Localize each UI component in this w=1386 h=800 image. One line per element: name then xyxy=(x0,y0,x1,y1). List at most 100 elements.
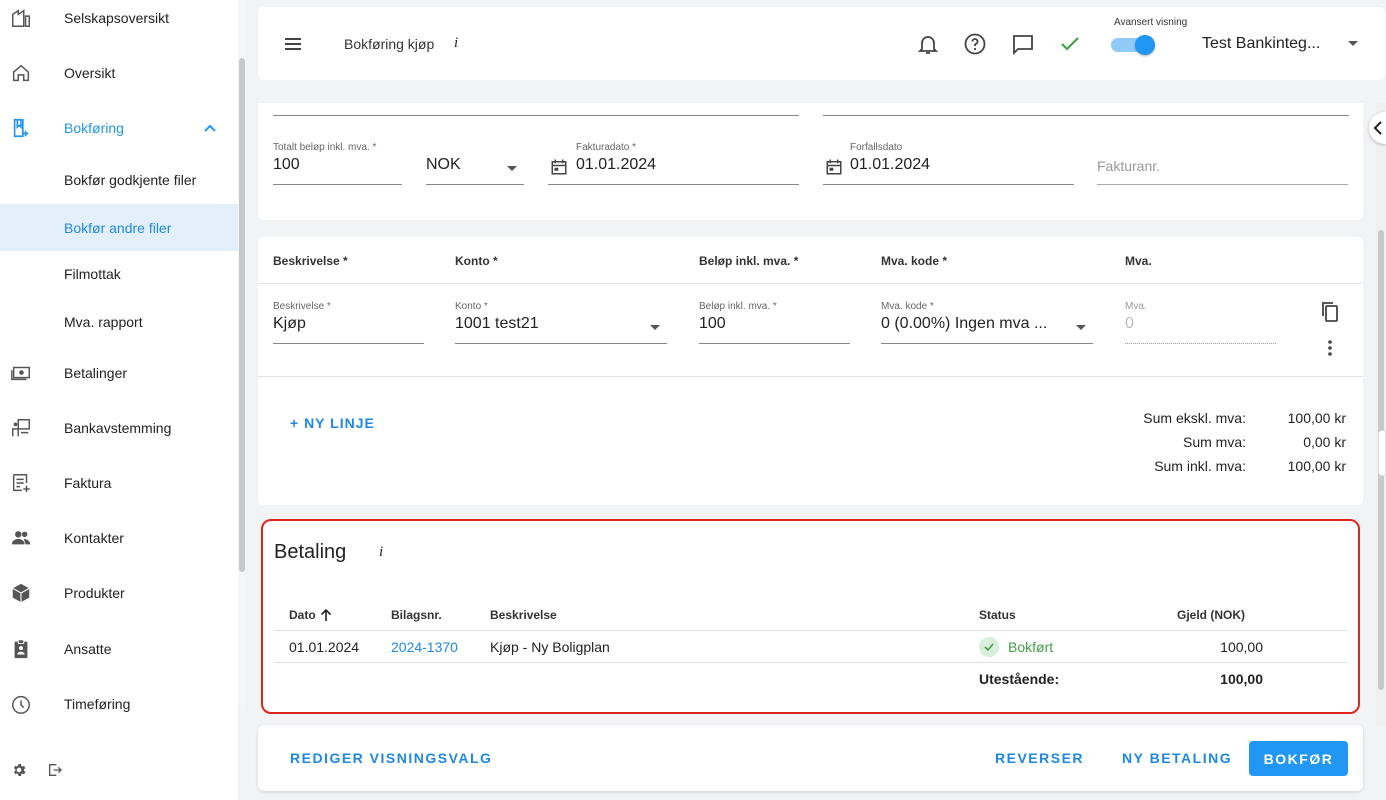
info-icon[interactable]: i xyxy=(454,35,458,52)
sidebar-item-bankavstemming[interactable]: Bankavstemming xyxy=(0,408,238,448)
line-items-card: Beskrivelse * Konto * Beløp inkl. mva. *… xyxy=(258,237,1363,505)
advanced-view-label: Avansert visning xyxy=(1114,17,1188,28)
voucher-link[interactable]: 2024-1370 xyxy=(391,639,458,655)
sidebar-item-label: Mva. rapport xyxy=(64,314,143,330)
sum-incl-vat-label: Sum inkl. mva: xyxy=(1154,458,1246,474)
payment-date: 01.01.2024 xyxy=(289,639,360,655)
copy-icon[interactable] xyxy=(1318,300,1342,324)
sum-vat-label: Sum mva: xyxy=(1182,434,1246,450)
account-select[interactable]: Konto * 1001 test21 xyxy=(455,301,667,344)
currency-select[interactable]: NOK xyxy=(426,142,524,185)
payment-debt: 100,00 xyxy=(1220,639,1263,655)
bell-icon[interactable] xyxy=(916,32,940,56)
field-label: Konto * xyxy=(455,301,488,312)
post-button[interactable]: BOKFØR xyxy=(1249,741,1348,776)
content-scrollbar[interactable] xyxy=(1376,103,1386,725)
field-underline xyxy=(548,184,799,185)
sidebar-item-mva-rapport[interactable]: Mva. rapport xyxy=(0,302,238,342)
field-value: 100 xyxy=(273,156,300,173)
sidebar-scrollbar-thumb[interactable] xyxy=(239,58,245,572)
invoice-date-field[interactable]: Fakturadato * 01.01.2024 xyxy=(548,142,799,185)
sidebar-item-kontakter[interactable]: Kontakter xyxy=(0,518,238,558)
drag-handle[interactable] xyxy=(1378,430,1386,476)
field-value: 01.01.2024 xyxy=(576,156,657,173)
sidebar-item-produkter[interactable]: Produkter xyxy=(0,573,238,613)
outstanding-label: Utestående: xyxy=(979,671,1060,687)
invoice-details-card: Totalt beløp inkl. mva. * 100 NOK Faktur… xyxy=(258,103,1363,220)
sidebar-item-bokforing[interactable]: Bokføring xyxy=(0,108,238,148)
sum-excl-vat-value: 100,00 kr xyxy=(1287,410,1346,426)
amount-field[interactable]: Beløp inkl. mva. * 100 xyxy=(699,301,850,344)
more-vert-icon[interactable] xyxy=(1320,337,1340,359)
sidebar-scrollbar[interactable] xyxy=(238,0,246,710)
field-label: Beløp inkl. mva. * xyxy=(699,301,777,312)
sidebar-item-timeforing[interactable]: Timeføring xyxy=(0,684,238,724)
total-amount-field[interactable]: Totalt beløp inkl. mva. * 100 xyxy=(273,142,402,185)
column-header-debt[interactable]: Gjeld (NOK) xyxy=(1177,608,1245,622)
sidebar-item-label: Bokføring xyxy=(64,120,124,136)
action-bar: REDIGER VISNINGSVALG REVERSER NY BETALIN… xyxy=(258,725,1363,791)
sidebar-item-label: Bokfør andre filer xyxy=(64,219,172,236)
edit-view-options-button[interactable]: REDIGER VISNINGSVALG xyxy=(290,750,492,766)
chevron-down-icon[interactable] xyxy=(1348,41,1358,46)
sidebar-item-label: Kontakter xyxy=(64,530,124,546)
invoice-number-field[interactable]: Fakturanr. xyxy=(1097,142,1348,185)
chevron-up-icon[interactable] xyxy=(202,120,218,136)
sidebar-item-bokfor-andre-filer[interactable]: Bokfør andre filer xyxy=(0,204,238,251)
field-label: Beskrivelse * xyxy=(273,301,331,312)
advanced-view-toggle[interactable] xyxy=(1111,34,1155,55)
sidebar-item-bokfor-godkjente-filer[interactable]: Bokfør godkjente filer xyxy=(0,160,238,200)
sum-incl-vat-value: 100,00 kr xyxy=(1287,458,1346,474)
outstanding-value: 100,00 xyxy=(1220,671,1263,687)
reverse-button[interactable]: REVERSER xyxy=(995,750,1084,766)
sidebar-item-label: Bokfør godkjente filer xyxy=(64,172,197,188)
vat-code-select[interactable]: Mva. kode * 0 (0.00%) Ingen mva ... xyxy=(881,301,1093,344)
field-label: Mva. kode * xyxy=(881,301,934,312)
add-line-button[interactable]: + NY LINJE xyxy=(290,415,375,431)
arrow-up-icon xyxy=(320,608,332,621)
sidebar-item-betalinger[interactable]: Betalinger xyxy=(0,353,238,393)
payments-icon xyxy=(10,362,32,384)
company-selector[interactable]: Test Bankinteg... xyxy=(1202,35,1320,53)
menu-icon[interactable] xyxy=(283,34,303,54)
sidebar-item-selskapsoversikt[interactable]: Selskapsoversikt xyxy=(0,0,238,38)
description-field[interactable]: Beskrivelse * Kjøp xyxy=(273,301,424,344)
sidebar-item-label: Filmottak xyxy=(64,266,121,282)
field-value: Kjøp xyxy=(273,315,306,332)
bank-reconciliation-icon xyxy=(10,417,32,439)
page-title: Bokføring kjøp xyxy=(344,36,435,52)
column-header-date[interactable]: Dato xyxy=(289,608,332,622)
field-label: Mva. xyxy=(1125,301,1147,312)
sidebar-item-oversikt[interactable]: Oversikt xyxy=(0,53,238,93)
due-date-field[interactable]: Forfallsdato 01.01.2024 xyxy=(823,142,1074,185)
field-value: 0 (0.00%) Ingen mva ... xyxy=(881,315,1048,332)
sidebar-item-filmottak[interactable]: Filmottak xyxy=(0,254,238,294)
collapse-panel-tab[interactable] xyxy=(1369,112,1386,144)
check-icon[interactable] xyxy=(1058,32,1082,56)
column-header-status[interactable]: Status xyxy=(979,608,1016,622)
help-icon[interactable] xyxy=(963,32,987,56)
row-divider xyxy=(258,376,1363,377)
sidebar-item-label: Timeføring xyxy=(64,696,131,712)
field-value: 01.01.2024 xyxy=(850,156,931,173)
field-label: Totalt beløp inkl. mva. * xyxy=(273,142,377,153)
column-header-voucher[interactable]: Bilagsnr. xyxy=(391,608,442,622)
column-header: Mva. xyxy=(1125,254,1152,268)
check-circle-icon xyxy=(979,637,999,657)
field-underline xyxy=(881,343,1093,344)
gear-icon[interactable] xyxy=(11,762,27,778)
sidebar-item-label: Selskapsoversikt xyxy=(64,10,170,26)
sidebar-item-label: Ansatte xyxy=(64,641,112,657)
logout-icon[interactable] xyxy=(47,762,63,778)
info-icon[interactable]: i xyxy=(379,544,383,561)
clock-icon xyxy=(10,693,32,715)
new-payment-button[interactable]: NY BETALING xyxy=(1122,750,1232,766)
chat-icon[interactable] xyxy=(1011,32,1035,56)
field-value: NOK xyxy=(426,156,461,173)
products-icon xyxy=(10,582,32,604)
column-header-description[interactable]: Beskrivelse xyxy=(490,608,557,622)
sidebar-item-ansatte[interactable]: Ansatte xyxy=(0,629,238,669)
field-underline xyxy=(273,343,424,344)
sidebar-item-faktura[interactable]: Faktura xyxy=(0,463,238,503)
field-placeholder: Fakturanr. xyxy=(1097,158,1161,174)
